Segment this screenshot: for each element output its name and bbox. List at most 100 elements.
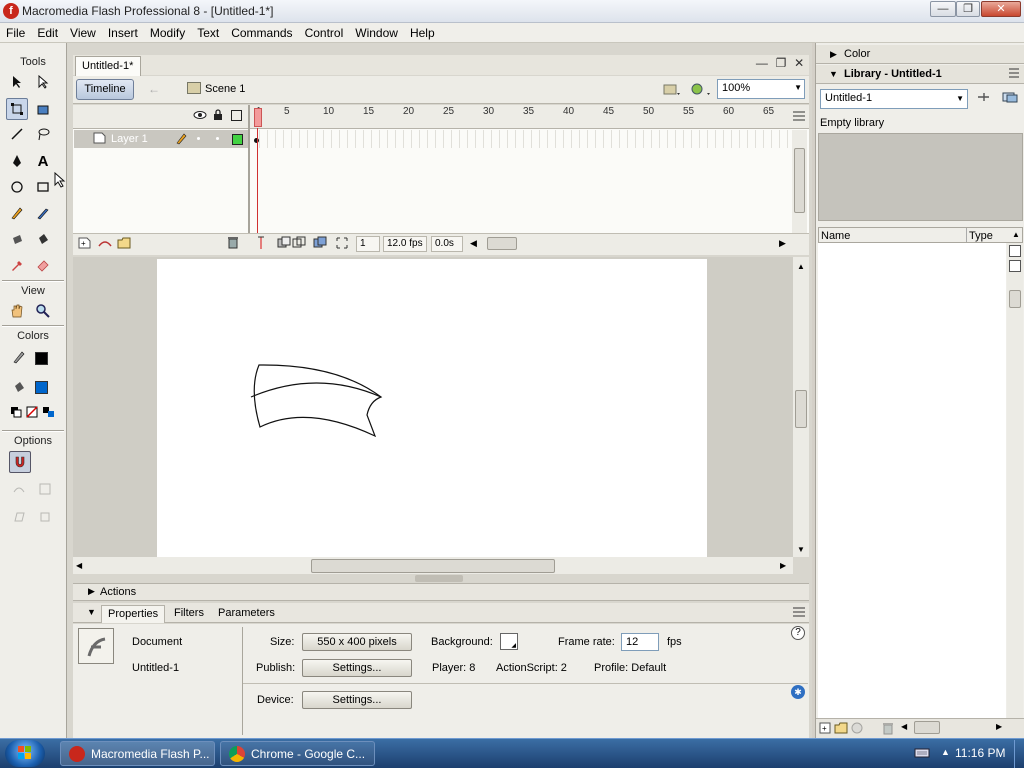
device-settings-button[interactable]: Settings... [302,691,412,709]
minimize-button[interactable]: — [930,1,956,17]
new-symbol-icon[interactable]: + [819,722,831,737]
timeline-vscroll-thumb[interactable] [794,148,805,213]
zoom-tool-icon[interactable] [32,300,54,322]
snap-to-objects-magnet-icon[interactable] [9,451,31,473]
eyedropper-tool-icon[interactable] [6,254,28,276]
color-panel-header[interactable]: ▶ Color [816,45,1024,64]
timeline-scroll-left-icon[interactable]: ◀ [470,238,477,249]
tab-parameters[interactable]: Parameters [212,605,281,623]
rectangle-tool-icon[interactable] [32,176,54,198]
onion-skin-outlines-icon[interactable] [292,236,306,253]
rotate-skew-option-icon[interactable] [8,506,30,528]
stage-vscroll-thumb[interactable] [795,390,807,428]
playhead[interactable] [254,108,262,127]
menu-help[interactable]: Help [404,23,441,43]
edit-multiple-frames-icon[interactable] [313,236,327,253]
menu-edit[interactable]: Edit [31,23,64,43]
pen-tool-icon[interactable] [6,150,28,172]
onion-skin-icon[interactable] [277,236,291,253]
timeline-toggle-button[interactable]: Timeline [76,79,134,100]
oval-tool-icon[interactable] [6,176,28,198]
show-hidden-icons-arrow-icon[interactable]: ▲ [941,747,950,757]
no-color-icon[interactable] [26,406,38,421]
delete-layer-trash-icon[interactable] [227,236,239,252]
back-arrow-icon[interactable]: ← [148,82,160,96]
library-document-select[interactable]: Untitled-1 ▼ [820,89,968,109]
doc-restore-button[interactable]: ❐ [776,56,787,72]
frame-rate-input[interactable]: 12 [621,633,659,651]
layer-visible-dot[interactable] [197,137,200,140]
column-type[interactable]: Type [969,230,993,242]
properties-icon[interactable] [851,722,863,737]
frame-ruler[interactable]: 1 5 10 15 20 25 30 35 40 45 50 55 60 65 [252,106,790,128]
layer-lock-dot[interactable] [216,137,219,140]
library-vertical-scrollbar[interactable] [1007,243,1023,718]
paint-bucket-tool-icon[interactable] [32,228,54,250]
timeline-hscroll-thumb[interactable] [487,237,517,250]
free-transform-tool-icon[interactable] [6,98,28,120]
swap-colors-icon[interactable] [42,406,56,421]
tab-properties[interactable]: Properties [101,605,166,623]
restore-button[interactable]: ❐ [956,1,980,17]
insert-layer-folder-icon[interactable] [117,237,131,252]
menu-view[interactable]: View [64,23,102,43]
brush-tool-icon[interactable] [32,202,54,224]
layer-frames-row[interactable] [252,130,790,148]
sort-order-icon[interactable]: ▲ [1012,230,1020,239]
new-library-panel-icon[interactable] [1002,91,1018,106]
menu-text[interactable]: Text [191,23,225,43]
outline-layers-icon[interactable] [231,110,242,121]
menu-insert[interactable]: Insert [102,23,144,43]
pencil-tool-icon[interactable] [6,202,28,224]
menu-commands[interactable]: Commands [225,23,298,43]
center-frame-icon[interactable] [256,236,266,253]
stroke-color-swatch[interactable] [35,352,48,365]
scene-label[interactable]: Scene 1 [205,83,245,95]
panel-menu-icon[interactable] [792,607,806,620]
menu-file[interactable]: File [0,23,31,43]
actions-panel-header[interactable]: ▶ Actions [73,583,809,601]
menu-modify[interactable]: Modify [144,23,191,43]
library-panel-header[interactable]: ▼ Library - Untitled-1 [816,65,1024,84]
layer-outline-color-swatch[interactable] [232,134,243,145]
fill-transform-tool-icon[interactable] [32,98,54,120]
doc-close-button[interactable]: ✕ [794,56,804,72]
scroll-left-arrow-icon[interactable]: ◀ [76,561,82,570]
black-and-white-icon[interactable] [10,406,22,421]
modify-onion-markers-icon[interactable] [335,236,349,253]
scroll-right-arrow-icon[interactable]: ▶ [996,722,1002,731]
hand-tool-icon[interactable] [6,300,28,322]
collapse-arrow-icon[interactable]: ▼ [87,607,96,617]
taskbar-clock[interactable]: 11:16 PM [955,746,1005,760]
scroll-up-arrow-icon[interactable]: ▲ [797,262,805,271]
straighten-option-icon[interactable] [34,478,56,500]
smooth-option-icon[interactable] [8,478,30,500]
layer-name[interactable]: Layer 1 [111,133,148,145]
start-button[interactable] [5,740,45,767]
panel-menu-icon[interactable] [1008,68,1020,81]
zoom-select[interactable]: 100% ▼ [717,79,805,99]
help-icon[interactable]: ? [791,626,805,640]
lasso-tool-icon[interactable] [32,123,54,145]
timeline-menu-icon[interactable] [792,111,806,124]
new-folder-icon[interactable] [834,722,848,737]
accessibility-icon[interactable]: ✱ [791,685,805,699]
menu-window[interactable]: Window [349,23,404,43]
close-button[interactable]: ✕ [981,1,1021,17]
fill-color-swatch[interactable] [35,381,48,394]
library-item-list[interactable] [818,243,1006,718]
drawn-shape[interactable] [157,259,707,557]
lock-layers-icon[interactable] [213,109,223,124]
background-color-swatch[interactable]: ◢ [500,633,518,650]
column-name[interactable]: Name [821,230,850,242]
insert-layer-icon[interactable]: + [78,237,92,252]
document-tab[interactable]: Untitled-1* [75,56,141,76]
scroll-right-arrow-icon[interactable]: ▶ [780,561,786,570]
scroll-down-arrow-icon[interactable]: ▼ [797,545,805,554]
narrow-library-view-icon[interactable] [1009,260,1021,272]
eraser-tool-icon[interactable] [32,254,54,276]
scroll-left-arrow-icon[interactable]: ◀ [901,722,907,731]
pin-library-icon[interactable] [976,91,990,106]
doc-minimize-button[interactable]: — [756,56,768,72]
keyboard-tray-icon[interactable] [914,747,930,762]
